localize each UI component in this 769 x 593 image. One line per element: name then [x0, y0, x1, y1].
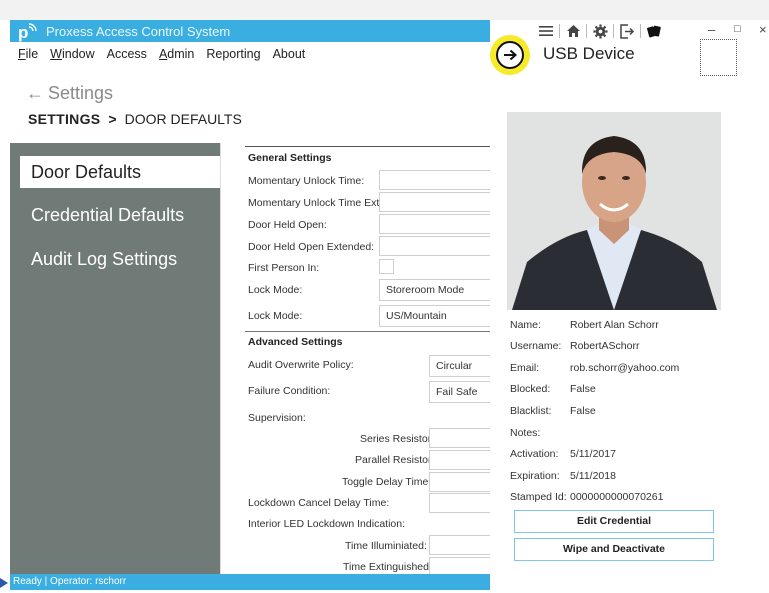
door-held-open-ext-input[interactable] — [379, 236, 490, 256]
momentary-unlock-label: Momentary Unlock Time: — [248, 175, 365, 187]
toolbar-separator — [640, 24, 641, 38]
info-username-label: Username: — [510, 340, 562, 352]
failure-condition-label: Failure Condition: — [248, 385, 331, 397]
lock-mode-select[interactable]: Storeroom Mode — [379, 279, 490, 301]
sidebar-item-door-defaults[interactable]: Door Defaults — [20, 156, 220, 188]
door-held-open-ext-label: Door Held Open Extended: — [248, 241, 375, 253]
door-defaults-panel: General Settings Momentary Unlock Time: … — [220, 143, 490, 574]
menu-window[interactable]: Window — [50, 47, 94, 61]
minimize-icon[interactable]: – — [708, 22, 715, 37]
title-bar: p Proxess Access Control System — [10, 20, 490, 42]
info-blocked-value: False — [570, 383, 596, 395]
info-activation-label: Activation: — [510, 448, 559, 460]
toolbar-separator — [613, 24, 614, 38]
series-resistor-input[interactable] — [429, 428, 490, 448]
maximize-icon[interactable]: □ — [734, 23, 741, 35]
credential-photo — [507, 112, 721, 310]
time-extinguished-input[interactable] — [429, 557, 490, 574]
breadcrumb: SETTINGS > DOOR DEFAULTS — [28, 111, 242, 127]
menu-access[interactable]: Access — [107, 47, 147, 61]
info-stamped-id-label: Stamped Id: — [510, 491, 567, 503]
lock-mode-label: Lock Mode: — [248, 284, 303, 296]
arrow-right-circle-icon[interactable] — [496, 41, 524, 69]
first-person-in-label: First Person In: — [248, 262, 320, 274]
toggle-delay-label: Toggle Delay Time: — [342, 476, 432, 488]
info-stamped-id-value: 0000000000070261 — [570, 491, 664, 503]
breadcrumb-separator: > — [108, 111, 117, 127]
back-label: Settings — [48, 83, 114, 103]
momentary-unlock-ext-label: Momentary Unlock Time Ext: — [248, 197, 383, 209]
usb-device-title: USB Device — [543, 44, 635, 63]
hamburger-icon[interactable] — [538, 23, 554, 39]
sign-out-icon[interactable] — [619, 23, 635, 39]
timezone-label: Lock Mode: — [248, 310, 303, 322]
menu-reporting[interactable]: Reporting — [206, 47, 260, 61]
toggle-delay-input[interactable] — [429, 472, 490, 492]
lockdown-cancel-label: Lockdown Cancel Delay Time: — [248, 497, 390, 509]
info-name-value: Robert Alan Schorr — [570, 319, 659, 331]
advanced-settings-heading: Advanced Settings — [248, 336, 343, 348]
svg-text:p: p — [18, 23, 28, 42]
gear-icon[interactable] — [592, 23, 608, 39]
momentary-unlock-input[interactable] — [379, 170, 490, 190]
arrow-left-icon: ← — [26, 83, 44, 103]
audit-overwrite-select[interactable]: Circular — [429, 355, 490, 377]
pointer-arrow-icon — [0, 578, 8, 588]
toolbar — [538, 22, 662, 40]
edit-credential-button[interactable]: Edit Credential — [514, 510, 714, 533]
info-email-value: rob.schorr@yahoo.com — [570, 362, 680, 374]
time-illuminated-label: Time Illuminiated: — [345, 540, 427, 552]
desktop-strip — [0, 0, 769, 20]
info-blacklist-label: Blacklist: — [510, 405, 552, 417]
momentary-unlock-ext-input[interactable] — [379, 192, 490, 212]
info-name-label: Name: — [510, 319, 541, 331]
series-resistor-label: Series Resistor: — [360, 433, 435, 445]
status-bar: Ready | Operator: rschorr — [10, 574, 490, 590]
settings-sidebar: Door Defaults Credential Defaults Audit … — [10, 143, 220, 574]
back-button[interactable]: ← Settings — [26, 83, 113, 104]
window-title: Proxess Access Control System — [46, 23, 231, 39]
general-settings-heading: General Settings — [248, 152, 332, 164]
parallel-resistor-label: Parallel Resistor: — [355, 454, 435, 466]
menu-file[interactable]: File — [18, 47, 38, 61]
home-icon[interactable] — [565, 23, 581, 39]
audit-overwrite-label: Audit Overwrite Policy: — [248, 359, 354, 371]
supervision-label: Supervision: — [248, 412, 306, 424]
wipe-deactivate-button[interactable]: Wipe and Deactivate — [514, 538, 714, 561]
close-icon[interactable]: × — [759, 22, 767, 37]
lockdown-cancel-input[interactable] — [429, 493, 490, 513]
menu-bar: File Window Access Admin Reporting About — [10, 44, 490, 64]
info-blocked-label: Blocked: — [510, 383, 551, 395]
time-illuminated-input[interactable] — [429, 535, 490, 555]
interior-led-label: Interior LED Lockdown Indication: — [248, 518, 406, 530]
parallel-resistor-input[interactable] — [429, 450, 490, 470]
menu-about[interactable]: About — [273, 47, 306, 61]
info-activation-value: 5/11/2017 — [570, 448, 616, 460]
first-person-in-checkbox[interactable] — [379, 259, 394, 274]
info-email-label: Email: — [510, 362, 540, 374]
door-held-open-label: Door Held Open: — [248, 219, 327, 231]
menu-admin[interactable]: Admin — [159, 47, 194, 61]
timezone-select[interactable]: US/Mountain — [379, 305, 490, 327]
info-blacklist-value: False — [570, 405, 596, 417]
breadcrumb-current: DOOR DEFAULTS — [124, 111, 242, 127]
time-extinguished-label: Time Extinguished: — [343, 561, 432, 573]
screen: p Proxess Access Control System File Win… — [0, 0, 769, 593]
info-username-value: RobertASchorr — [570, 340, 640, 352]
info-expiration-label: Expiration: — [510, 470, 560, 482]
failure-condition-select[interactable]: Fail Safe — [429, 381, 490, 403]
sidebar-item-audit-log-settings[interactable]: Audit Log Settings — [31, 249, 177, 270]
info-notes-label: Notes: — [510, 427, 541, 439]
toolbar-separator — [559, 24, 560, 38]
divider — [245, 146, 490, 147]
toolbar-separator — [586, 24, 587, 38]
divider — [245, 331, 490, 332]
app-logo-icon: p — [18, 23, 37, 42]
sidebar-item-credential-defaults[interactable]: Credential Defaults — [31, 205, 184, 226]
info-expiration-value: 5/11/2018 — [570, 470, 616, 482]
breadcrumb-root[interactable]: SETTINGS — [28, 111, 100, 127]
focus-box — [700, 39, 737, 76]
door-held-open-input[interactable] — [379, 214, 490, 234]
cards-icon[interactable] — [646, 23, 662, 39]
